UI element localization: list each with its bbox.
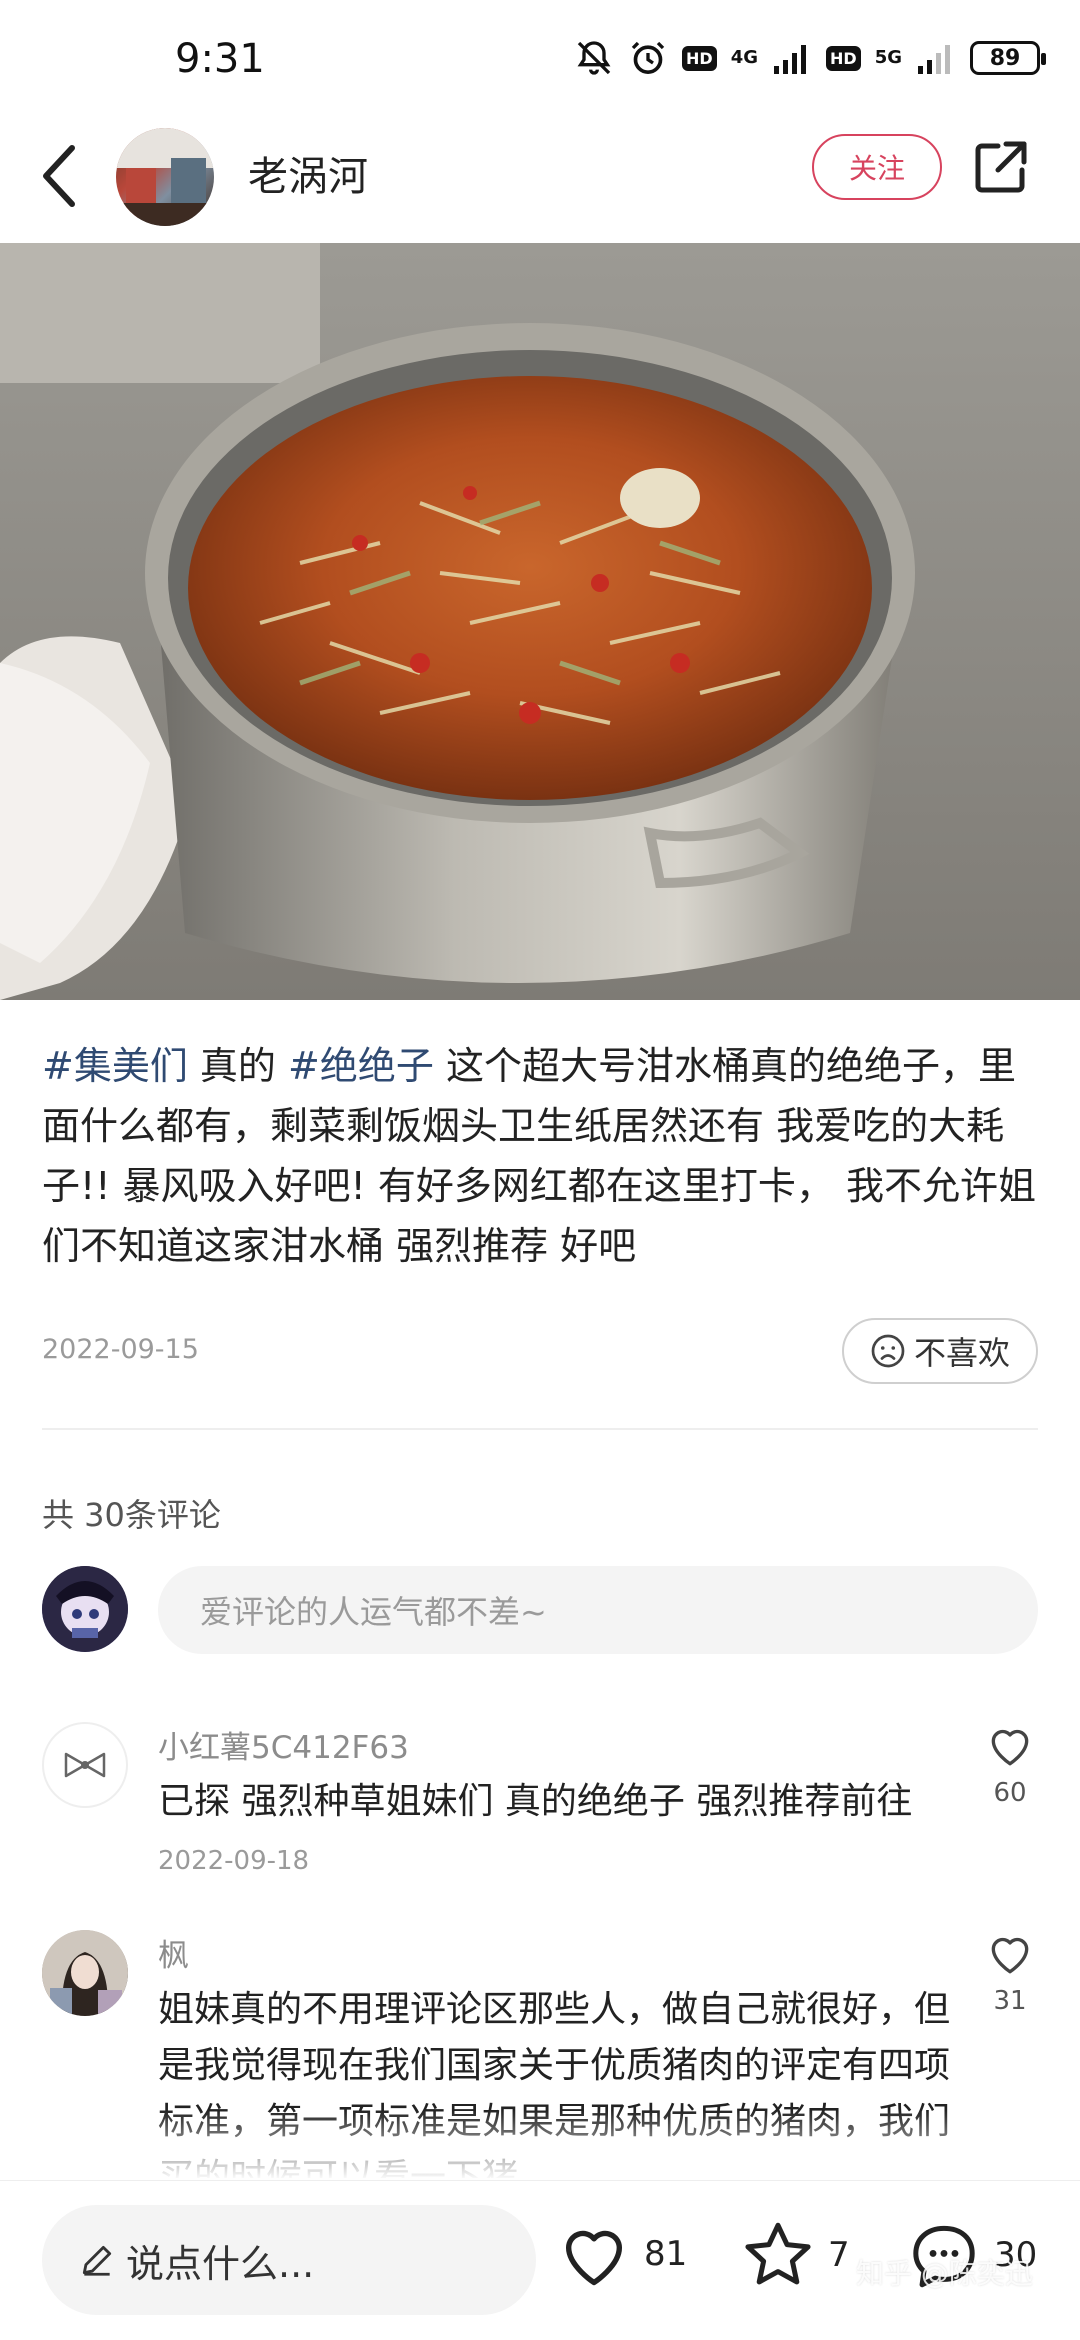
hd-badge-2: HD xyxy=(826,45,861,71)
comment-username[interactable]: 小红薯5C412F63 xyxy=(158,1722,409,1767)
status-time: 9:31 xyxy=(175,36,265,82)
author-name[interactable]: 老涡河 xyxy=(248,144,368,202)
pencil-icon xyxy=(82,2245,112,2276)
heart-icon xyxy=(565,2230,623,2286)
bow-icon xyxy=(64,1752,106,1778)
follow-button[interactable]: 关注 xyxy=(812,134,942,200)
comment-avatar[interactable] xyxy=(42,1930,128,2016)
sad-face-icon xyxy=(871,1334,905,1368)
heart-icon xyxy=(991,1729,1029,1766)
battery-level: 89 xyxy=(989,45,1021,71)
comment-date: 2022-09-18 xyxy=(158,1846,310,1876)
post-date: 2022-09-15 xyxy=(42,1334,199,1365)
comment-username[interactable]: 枫 xyxy=(158,1930,189,1975)
comment-like-count: 60 xyxy=(993,1778,1027,1808)
comment-text: 已探 强烈种草姐妹们 真的绝绝子 强烈推荐前往 2022-09-18 xyxy=(158,1774,978,1889)
comment-count: 共 30条评论 xyxy=(42,1496,221,1534)
content-fade xyxy=(0,2110,1080,2180)
comment-like-button[interactable]: 60 xyxy=(980,1722,1040,1808)
post-body: #集美们 真的 #绝绝子 这个超大号泔水桶真的绝绝子，里面什么都有，剩菜剩饭烟头… xyxy=(42,1036,1042,1276)
comment-item: 小红薯5C412F63 已探 强烈种草姐妹们 真的绝绝子 强烈推荐前往 2022… xyxy=(42,1722,1042,1882)
network-label-2: 5G xyxy=(874,47,902,68)
comment-like-button[interactable]: 31 xyxy=(980,1930,1040,2016)
dislike-label: 不喜欢 xyxy=(913,1334,1010,1372)
share-icon[interactable] xyxy=(968,134,1034,200)
battery-icon: 89 xyxy=(970,41,1046,75)
post-image[interactable] xyxy=(0,243,1080,1000)
say-something-input[interactable]: 说点什么... xyxy=(42,2205,536,2315)
favorite-count: 7 xyxy=(828,2235,850,2275)
my-avatar xyxy=(42,1566,128,1652)
author-avatar[interactable] xyxy=(116,128,214,226)
post-text-1: 真的 xyxy=(187,1044,276,1088)
watermark: 知乎 @陈奕迅 xyxy=(856,2257,1033,2290)
signal-icon-2 xyxy=(918,45,950,74)
favorite-button[interactable]: 7 xyxy=(740,2219,850,2291)
network-label-1: 4G xyxy=(730,47,759,68)
heart-icon xyxy=(991,1937,1029,1974)
bell-off-icon xyxy=(577,41,611,75)
comment-like-count: 31 xyxy=(993,1986,1027,2016)
hashtag-2[interactable]: #绝绝子 xyxy=(288,1044,434,1088)
star-icon xyxy=(745,2222,811,2285)
post-header: 老涡河 关注 xyxy=(0,110,1080,240)
comment-avatar[interactable] xyxy=(42,1722,128,1808)
signal-icon xyxy=(774,45,807,74)
comment-input[interactable]: 爱评论的人运气都不差~ xyxy=(158,1566,1038,1654)
comment-body: 已探 强烈种草姐妹们 真的绝绝子 强烈推荐前往 xyxy=(158,1781,913,1822)
status-icons: HD 4G HD 5G 89 xyxy=(574,36,1046,80)
status-bar: 9:31 HD 4G HD 5G 89 xyxy=(0,0,1080,110)
hashtag-1[interactable]: #集美们 xyxy=(42,1044,188,1088)
say-something-placeholder: 说点什么... xyxy=(126,2241,315,2286)
dislike-button[interactable]: 不喜欢 xyxy=(842,1318,1038,1384)
back-arrow-icon[interactable] xyxy=(30,138,90,214)
alarm-icon xyxy=(631,41,665,74)
like-count: 81 xyxy=(644,2234,688,2274)
like-button[interactable]: 81 xyxy=(556,2219,687,2289)
divider xyxy=(42,1428,1038,1430)
hd-badge: HD xyxy=(682,45,717,71)
